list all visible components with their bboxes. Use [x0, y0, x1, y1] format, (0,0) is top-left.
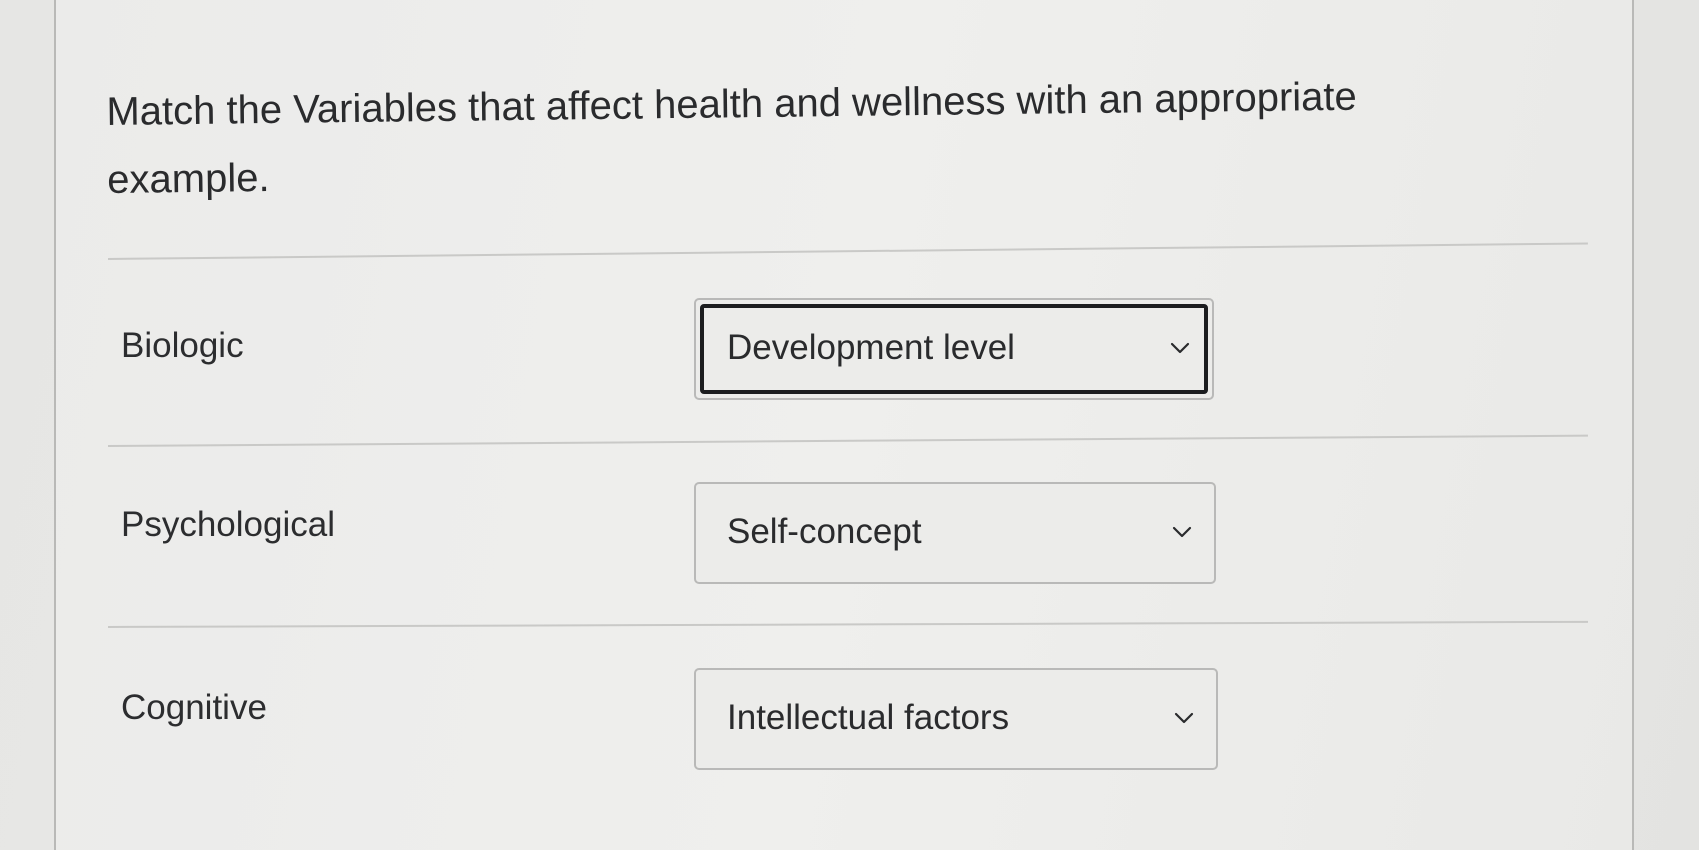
- chevron-down-icon: [1172, 526, 1192, 538]
- chevron-down-icon: [1174, 712, 1194, 724]
- selected-value: Intellectual factors: [727, 698, 1010, 737]
- screen: Match the Variables that affect health a…: [0, 0, 1699, 850]
- match-label-biologic: Biologic: [121, 326, 244, 365]
- selected-value: Self-concept: [727, 512, 922, 551]
- divider: [107, 620, 1588, 628]
- selected-value: Development level: [727, 328, 1015, 367]
- quiz-question-panel: Match the Variables that affect health a…: [54, 0, 1634, 850]
- chevron-down-icon: [1170, 342, 1190, 354]
- answer-select-biologic[interactable]: Development level: [694, 298, 1214, 400]
- question-text: Match the Variables that affect health a…: [106, 74, 1357, 202]
- divider: [107, 434, 1588, 447]
- answer-select-cognitive[interactable]: Intellectual factors: [694, 668, 1218, 770]
- divider: [107, 242, 1588, 260]
- match-label-psychological: Psychological: [121, 505, 335, 544]
- match-label-cognitive: Cognitive: [121, 688, 267, 727]
- answer-select-psychological[interactable]: Self-concept: [694, 482, 1216, 584]
